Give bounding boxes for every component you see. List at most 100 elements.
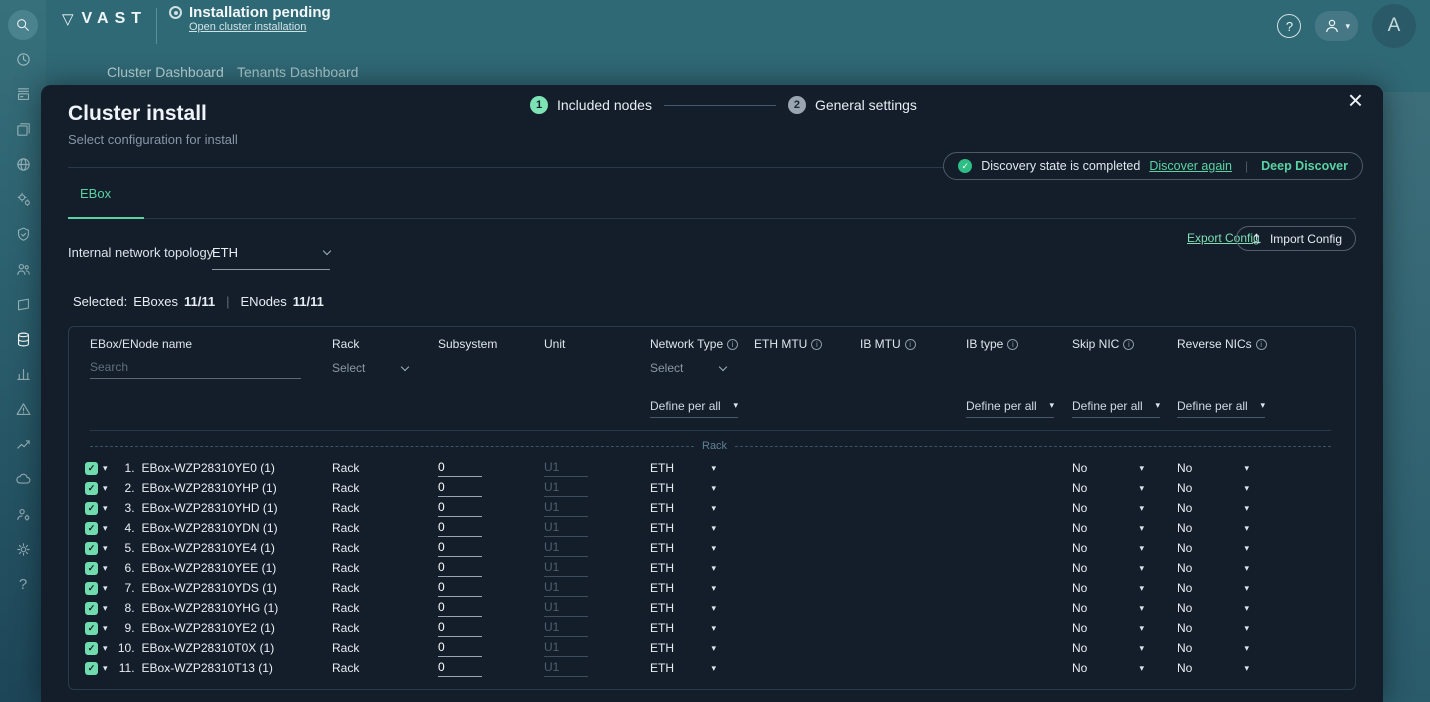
- unit-input[interactable]: [544, 559, 588, 577]
- skip-nic-select[interactable]: No▾: [1072, 581, 1144, 595]
- reverse-nics-select[interactable]: No▾: [1177, 521, 1249, 535]
- info-icon[interactable]: i: [727, 339, 738, 350]
- unit-input[interactable]: [544, 479, 588, 497]
- reverse-nics-select[interactable]: No▾: [1177, 621, 1249, 635]
- define-per-all-skip-nic[interactable]: Define per all▾: [1072, 399, 1160, 418]
- sidebar-item-performance[interactable]: [0, 427, 46, 462]
- unit-input[interactable]: [544, 579, 588, 597]
- network-type-select[interactable]: ETH▾: [650, 561, 716, 575]
- sidebar-item-security[interactable]: [0, 217, 46, 252]
- sidebar-item-catalog[interactable]: [0, 462, 46, 497]
- subsystem-input[interactable]: [438, 599, 482, 617]
- network-type-select[interactable]: ETH▾: [650, 501, 716, 515]
- sidebar-item-settings[interactable]: [0, 532, 46, 567]
- row-expand-caret[interactable]: ▾: [103, 564, 108, 573]
- sidebar-item-user-management[interactable]: [0, 497, 46, 532]
- info-icon[interactable]: i: [811, 339, 822, 350]
- sidebar-item-search[interactable]: [0, 7, 46, 42]
- unit-input[interactable]: [544, 499, 588, 517]
- reverse-nics-select[interactable]: No▾: [1177, 501, 1249, 515]
- row-checkbox[interactable]: ✓: [85, 622, 98, 635]
- define-per-all-network-type[interactable]: Define per all▾: [650, 399, 738, 418]
- network-type-select[interactable]: ETH▾: [650, 581, 716, 595]
- row-checkbox[interactable]: ✓: [85, 462, 98, 475]
- close-icon[interactable]: ×: [1348, 87, 1363, 113]
- subsystem-input[interactable]: [438, 499, 482, 517]
- define-per-all-ib-type[interactable]: Define per all▾: [966, 399, 1054, 418]
- import-config-button[interactable]: Import Config: [1236, 226, 1356, 251]
- rack-filter-select[interactable]: Select: [332, 361, 408, 375]
- network-type-select[interactable]: ETH▾: [650, 541, 716, 555]
- row-expand-caret[interactable]: ▾: [103, 584, 108, 593]
- skip-nic-select[interactable]: No▾: [1072, 461, 1144, 475]
- unit-input[interactable]: [544, 619, 588, 637]
- sidebar-item-network-settings[interactable]: [0, 182, 46, 217]
- row-expand-caret[interactable]: ▾: [103, 604, 108, 613]
- row-checkbox[interactable]: ✓: [85, 642, 98, 655]
- network-type-select[interactable]: ETH▾: [650, 481, 716, 495]
- skip-nic-select[interactable]: No▾: [1072, 641, 1144, 655]
- row-checkbox[interactable]: ✓: [85, 522, 98, 535]
- row-expand-caret[interactable]: ▾: [103, 664, 108, 673]
- avatar[interactable]: A: [1372, 4, 1416, 48]
- tab-ebox[interactable]: EBox: [80, 186, 111, 201]
- sidebar-item-analytics[interactable]: [0, 357, 46, 392]
- row-checkbox[interactable]: ✓: [85, 662, 98, 675]
- subsystem-input[interactable]: [438, 539, 482, 557]
- row-expand-caret[interactable]: ▾: [103, 624, 108, 633]
- sidebar-item-racks[interactable]: [0, 77, 46, 112]
- reverse-nics-select[interactable]: No▾: [1177, 661, 1249, 675]
- skip-nic-select[interactable]: No▾: [1072, 561, 1144, 575]
- info-icon[interactable]: i: [1123, 339, 1134, 350]
- sidebar-item-canvas[interactable]: [0, 287, 46, 322]
- subsystem-input[interactable]: [438, 579, 482, 597]
- reverse-nics-select[interactable]: No▾: [1177, 601, 1249, 615]
- info-icon[interactable]: i: [1256, 339, 1267, 350]
- network-type-select[interactable]: ETH▾: [650, 521, 716, 535]
- tab-tenants-dashboard[interactable]: Tenants Dashboard: [237, 64, 358, 80]
- tab-cluster-dashboard[interactable]: Cluster Dashboard: [107, 64, 224, 80]
- row-expand-caret[interactable]: ▾: [103, 484, 108, 493]
- network-type-select[interactable]: ETH▾: [650, 621, 716, 635]
- row-checkbox[interactable]: ✓: [85, 602, 98, 615]
- skip-nic-select[interactable]: No▾: [1072, 541, 1144, 555]
- skip-nic-select[interactable]: No▾: [1072, 501, 1144, 515]
- unit-input[interactable]: [544, 659, 588, 677]
- network-type-select[interactable]: ETH▾: [650, 661, 716, 675]
- row-checkbox[interactable]: ✓: [85, 582, 98, 595]
- row-expand-caret[interactable]: ▾: [103, 544, 108, 553]
- skip-nic-select[interactable]: No▾: [1072, 661, 1144, 675]
- topology-select[interactable]: ETH: [212, 245, 330, 270]
- sidebar-item-help[interactable]: ?: [0, 567, 46, 602]
- help-icon[interactable]: ?: [1277, 14, 1301, 38]
- network-type-select[interactable]: ETH▾: [650, 461, 716, 475]
- row-checkbox[interactable]: ✓: [85, 482, 98, 495]
- unit-input[interactable]: [544, 459, 588, 477]
- unit-input[interactable]: [544, 599, 588, 617]
- search-input[interactable]: [90, 358, 301, 379]
- row-expand-caret[interactable]: ▾: [103, 464, 108, 473]
- info-icon[interactable]: i: [1007, 339, 1018, 350]
- define-per-all-reverse-nics[interactable]: Define per all▾: [1177, 399, 1265, 418]
- skip-nic-select[interactable]: No▾: [1072, 481, 1144, 495]
- reverse-nics-select[interactable]: No▾: [1177, 581, 1249, 595]
- unit-input[interactable]: [544, 519, 588, 537]
- discover-again-link[interactable]: Discover again: [1149, 159, 1232, 173]
- row-expand-caret[interactable]: ▾: [103, 644, 108, 653]
- network-type-filter-select[interactable]: Select: [650, 361, 726, 375]
- row-expand-caret[interactable]: ▾: [103, 504, 108, 513]
- row-checkbox[interactable]: ✓: [85, 562, 98, 575]
- row-expand-caret[interactable]: ▾: [103, 524, 108, 533]
- subsystem-input[interactable]: [438, 619, 482, 637]
- open-cluster-installation-link[interactable]: Open cluster installation: [189, 21, 331, 33]
- skip-nic-select[interactable]: No▾: [1072, 521, 1144, 535]
- row-checkbox[interactable]: ✓: [85, 542, 98, 555]
- unit-input[interactable]: [544, 539, 588, 557]
- sidebar-item-activity[interactable]: [0, 42, 46, 77]
- subsystem-input[interactable]: [438, 659, 482, 677]
- skip-nic-select[interactable]: No▾: [1072, 601, 1144, 615]
- unit-input[interactable]: [544, 639, 588, 657]
- subsystem-input[interactable]: [438, 479, 482, 497]
- user-menu[interactable]: ▾: [1315, 11, 1358, 41]
- network-type-select[interactable]: ETH▾: [650, 641, 716, 655]
